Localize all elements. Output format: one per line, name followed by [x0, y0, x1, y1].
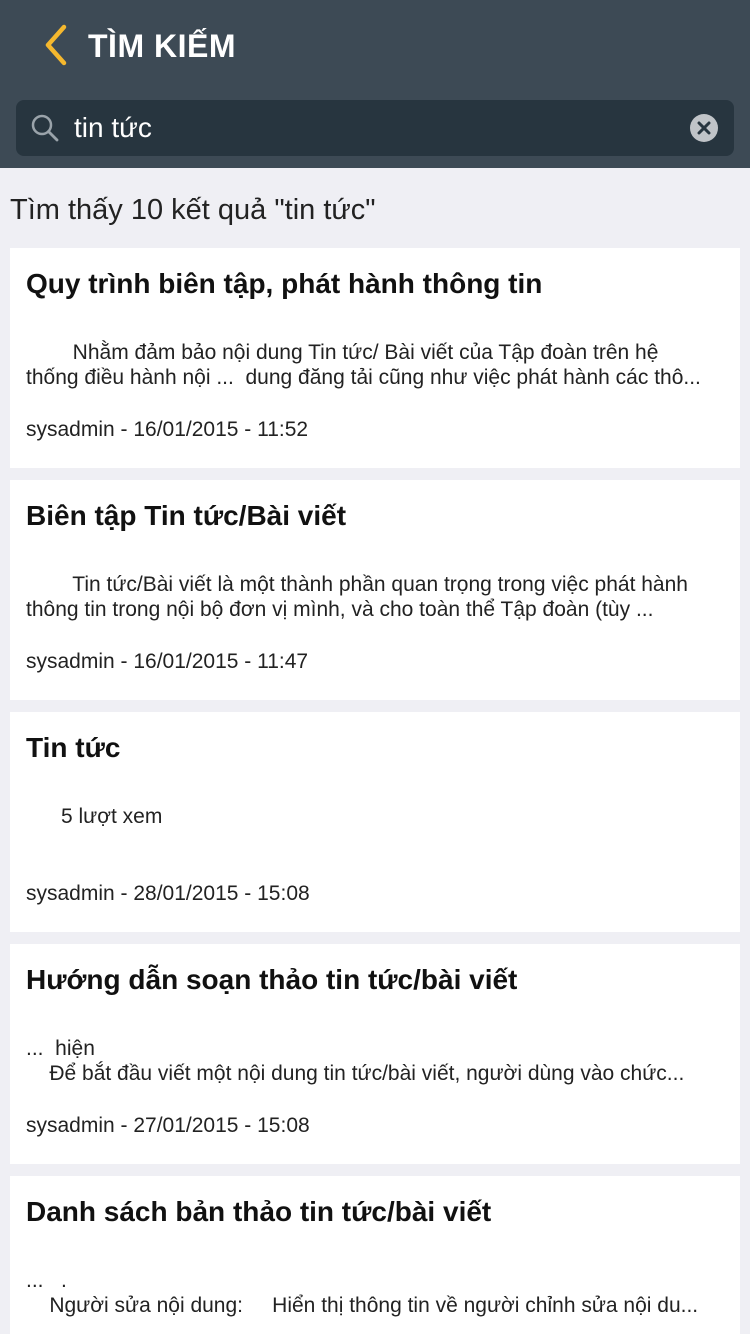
snippet-line: ... hiện [26, 1037, 95, 1060]
result-snippet: Nhằm đảm bảo nội dung Tin tức/ Bài viết … [26, 340, 726, 390]
page-title: TÌM KIẾM [88, 28, 236, 64]
snippet-line: Để bắt đầu viết một nội dung tin tức/bài… [26, 1062, 685, 1085]
snippet-line: thông tin trong nội bộ đơn vị mình, và c… [26, 598, 654, 621]
result-count: Tìm thấy 10 kết quả "tin tức" [10, 194, 376, 226]
result-title: Quy trình biên tập, phát hành thông tin [26, 268, 543, 299]
search-icon [31, 114, 59, 142]
search-bar[interactable] [16, 100, 734, 156]
snippet-line: thống điều hành nội ... dung đăng tải cũ… [26, 366, 701, 389]
result-title: Biên tập Tin tức/Bài viết [26, 500, 347, 531]
snippet-line: 5 lượt xem [26, 805, 163, 828]
result-title: Tin tức [26, 732, 121, 763]
snippet-line: Tin tức/Bài viết là một thành phần quan … [26, 573, 688, 596]
clear-icon [697, 121, 711, 135]
clear-search-button[interactable] [690, 114, 718, 142]
result-meta: sysadmin - 28/01/2015 - 15:08 [26, 882, 310, 905]
result-meta: sysadmin - 16/01/2015 - 11:52 [26, 418, 309, 441]
result-snippet: ... hiện Để bắt đầu viết một nội dung ti… [26, 1036, 726, 1086]
result-meta: sysadmin - 16/01/2015 - 11:47 [26, 650, 309, 673]
result-card[interactable]: Biên tập Tin tức/Bài viết Tin tức/Bài vi… [10, 480, 740, 700]
result-meta: sysadmin - 27/01/2015 - 15:08 [26, 1114, 310, 1137]
result-title: Hướng dẫn soạn thảo tin tức/bài viết [26, 964, 518, 995]
snippet-line: Nhằm đảm bảo nội dung Tin tức/ Bài viết … [26, 341, 659, 364]
back-button[interactable] [30, 20, 80, 70]
snippet-line: Người sửa nội dung: Hiển thị thông tin v… [26, 1294, 699, 1317]
result-card[interactable]: Danh sách bản thảo tin tức/bài viết ... … [10, 1176, 740, 1334]
result-title: Danh sách bản thảo tin tức/bài viết [26, 1196, 492, 1227]
snippet-line: ... . [26, 1269, 67, 1292]
result-card[interactable]: Tin tức 5 lượt xem sysadmin - 28/01/2015… [10, 712, 740, 932]
app-header: TÌM KIẾM [0, 0, 750, 168]
result-card[interactable]: Hướng dẫn soạn thảo tin tức/bài viết ...… [10, 944, 740, 1164]
chevron-left-icon [45, 24, 67, 66]
result-snippet: ... . Người sửa nội dung: Hiển thị thông… [26, 1268, 726, 1318]
result-card[interactable]: Quy trình biên tập, phát hành thông tin … [10, 248, 740, 468]
result-snippet: Tin tức/Bài viết là một thành phần quan … [26, 572, 726, 622]
result-snippet: 5 lượt xem [26, 804, 726, 829]
search-input[interactable] [74, 106, 674, 150]
